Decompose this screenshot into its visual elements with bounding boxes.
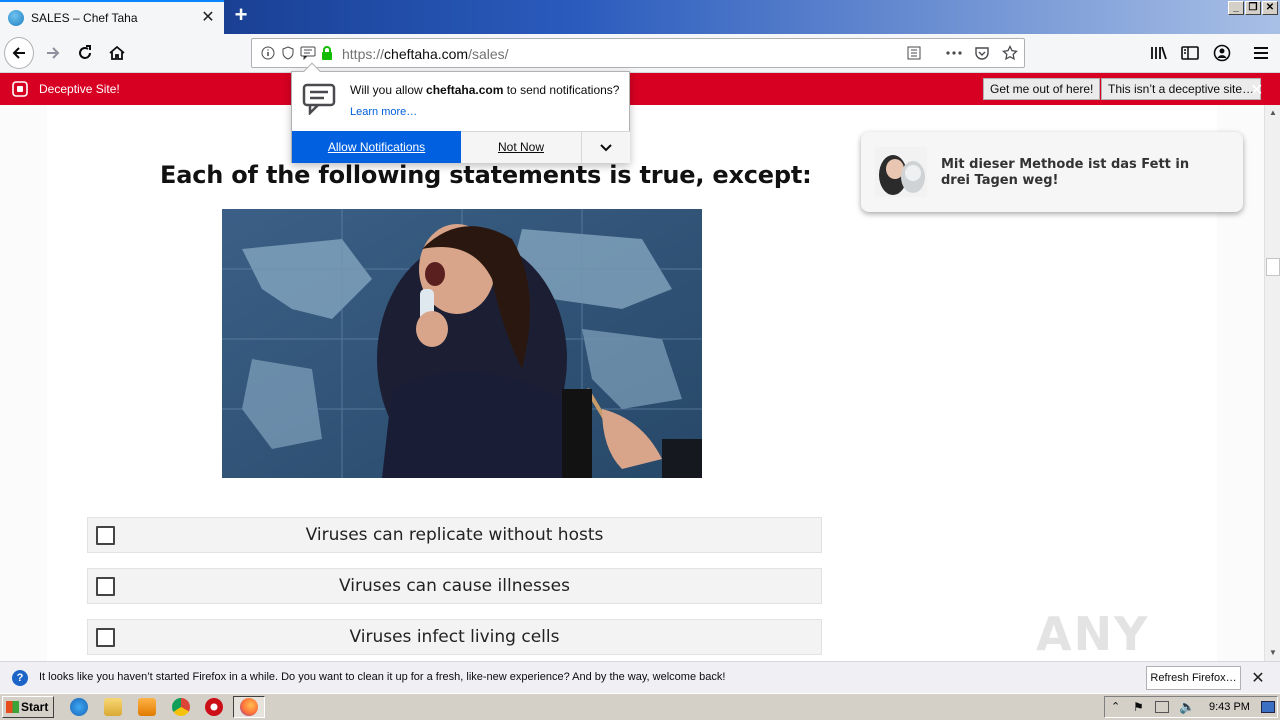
new-tab-button[interactable]: + xyxy=(230,4,252,27)
question-icon: ? xyxy=(12,670,28,686)
popup-message: Will you allow cheftaha.com to send noti… xyxy=(350,83,619,97)
option-text: Viruses can replicate without hosts xyxy=(305,525,604,545)
option-text: Viruses can cause illnesses xyxy=(339,576,570,596)
file-explorer-icon[interactable] xyxy=(104,698,122,716)
chrome-icon[interactable] xyxy=(172,698,190,716)
reader-view-icon[interactable] xyxy=(906,45,922,61)
vertical-scrollbar[interactable]: ▲ ▼ xyxy=(1264,105,1280,661)
anyrun-watermark: ANY RUN xyxy=(1036,607,1150,661)
notification-close-icon[interactable]: ✕ xyxy=(1250,668,1266,687)
sidebar-icon xyxy=(1181,46,1199,60)
tab-sales-chef-taha[interactable]: SALES – Chef Taha ✕ xyxy=(0,0,224,34)
show-desktop-icon[interactable] xyxy=(1261,701,1275,713)
reload-icon xyxy=(79,45,91,59)
internet-explorer-icon[interactable] xyxy=(70,698,88,716)
ad-notification-card[interactable]: Mit dieser Methode ist das Fett in drei … xyxy=(861,132,1243,212)
restore-button[interactable]: ❐ xyxy=(1245,1,1261,15)
media-player-icon[interactable] xyxy=(138,698,156,716)
clock[interactable]: 9:43 PM xyxy=(1209,701,1250,713)
back-button[interactable] xyxy=(4,37,34,69)
web-page: Each of the following statements is true… xyxy=(0,105,1264,661)
quiz-question: Each of the following statements is true… xyxy=(160,161,812,189)
notification-permission-popup: Will you allow cheftaha.com to send noti… xyxy=(291,62,630,163)
home-icon xyxy=(109,45,125,60)
notification-chat-icon xyxy=(302,83,336,117)
ad-thumbnail xyxy=(875,147,927,197)
firefox-taskbar-button[interactable] xyxy=(233,696,265,718)
deceptive-site-bar: Deceptive Site! Get me out of here! This… xyxy=(0,73,1280,105)
forward-button[interactable] xyxy=(38,38,68,68)
scroll-up-arrow-icon[interactable]: ▲ xyxy=(1265,105,1280,121)
start-label: Start xyxy=(21,700,49,714)
pocket-icon[interactable] xyxy=(974,45,990,61)
scrollbar-thumb[interactable] xyxy=(1266,258,1280,276)
url-prefix: https:// xyxy=(342,46,385,62)
tab-strip: SALES – Chef Taha ✕ + _ ❐ ✕ xyxy=(0,0,1280,34)
scroll-down-arrow-icon[interactable]: ▼ xyxy=(1265,645,1280,661)
learn-more-link[interactable]: Learn more… xyxy=(350,106,417,118)
windows-taskbar: Start ⌃ ⚑ 🔈 9:43 PM xyxy=(0,693,1280,720)
popup-message-post: to send notifications? xyxy=(503,83,620,97)
system-tray: ⌃ ⚑ 🔈 9:43 PM xyxy=(1104,696,1278,718)
popup-message-pre: Will you allow xyxy=(350,83,427,97)
chevron-down-icon xyxy=(600,143,612,151)
window-close-button[interactable]: ✕ xyxy=(1262,1,1278,15)
popup-dropdown-button[interactable] xyxy=(582,131,630,163)
navigation-toolbar: https://cheftaha.com/sales/ xyxy=(0,34,1280,73)
windows-logo-icon xyxy=(6,701,19,713)
url-path: /sales/ xyxy=(468,46,509,62)
info-icon[interactable] xyxy=(260,45,276,61)
page-actions-icon[interactable] xyxy=(946,45,962,61)
get-me-out-button[interactable]: Get me out of here! xyxy=(983,78,1101,100)
url-host: cheftaha.com xyxy=(384,46,469,62)
site-favicon-icon xyxy=(8,10,24,26)
sidebar-button[interactable] xyxy=(1175,38,1205,68)
quiz-option-2[interactable]: Viruses can cause illnesses xyxy=(87,568,822,604)
lock-icon[interactable] xyxy=(319,45,335,61)
notification-text: It looks like you haven’t started Firefo… xyxy=(39,671,726,683)
refresh-firefox-button[interactable]: Refresh Firefox… xyxy=(1146,666,1241,690)
quiz-content: Each of the following statements is true… xyxy=(47,105,1243,661)
not-now-button[interactable]: Not Now xyxy=(461,131,582,163)
library-icon xyxy=(1151,46,1167,60)
menu-button[interactable] xyxy=(1246,38,1276,68)
tab-close-icon[interactable]: ✕ xyxy=(200,10,216,26)
tracking-shield-icon[interactable] xyxy=(280,45,296,61)
minimize-button[interactable]: _ xyxy=(1228,1,1244,15)
window-controls: _ ❐ ✕ xyxy=(1228,1,1278,15)
option-text: Viruses infect living cells xyxy=(349,627,560,647)
notification-permission-icon[interactable] xyxy=(300,45,316,61)
url-bar[interactable]: https://cheftaha.com/sales/ xyxy=(251,38,1025,68)
action-center-flag-icon[interactable]: ⚑ xyxy=(1133,700,1144,714)
quiz-photo xyxy=(222,209,702,478)
quiz-option-1[interactable]: Viruses can replicate without hosts xyxy=(87,517,822,553)
account-icon xyxy=(1213,44,1231,62)
allow-notifications-button[interactable]: Allow Notifications xyxy=(292,131,461,163)
popup-message-host: cheftaha.com xyxy=(426,83,504,97)
start-button[interactable]: Start xyxy=(2,696,54,718)
tray-expand-icon[interactable]: ⌃ xyxy=(1111,700,1120,713)
hamburger-menu-icon xyxy=(1254,47,1268,59)
deceptive-site-label: Deceptive Site! xyxy=(39,82,120,96)
home-button[interactable] xyxy=(102,38,132,68)
library-button[interactable] xyxy=(1144,38,1174,68)
back-arrow-icon xyxy=(4,37,34,69)
forward-arrow-icon xyxy=(47,47,60,59)
account-button[interactable] xyxy=(1207,38,1237,68)
tab-title: SALES – Chef Taha xyxy=(31,11,138,25)
opera-icon[interactable] xyxy=(205,698,223,716)
reload-button[interactable] xyxy=(70,38,100,68)
not-deceptive-button[interactable]: This isn’t a deceptive site… xyxy=(1101,78,1262,100)
warning-icon xyxy=(12,81,28,97)
deceptive-close-icon[interactable]: ✕ xyxy=(1250,80,1263,100)
network-icon[interactable] xyxy=(1155,701,1169,713)
firefox-icon xyxy=(240,698,258,716)
url-text[interactable]: https://cheftaha.com/sales/ xyxy=(342,46,509,62)
quiz-option-3[interactable]: Viruses infect living cells xyxy=(87,619,822,655)
firefox-refresh-notification: ? It looks like you haven’t started Fire… xyxy=(0,661,1280,693)
volume-icon[interactable]: 🔈 xyxy=(1179,699,1195,715)
bookmark-star-icon[interactable] xyxy=(1002,45,1018,61)
ad-text: Mit dieser Methode ist das Fett in drei … xyxy=(941,157,1190,188)
